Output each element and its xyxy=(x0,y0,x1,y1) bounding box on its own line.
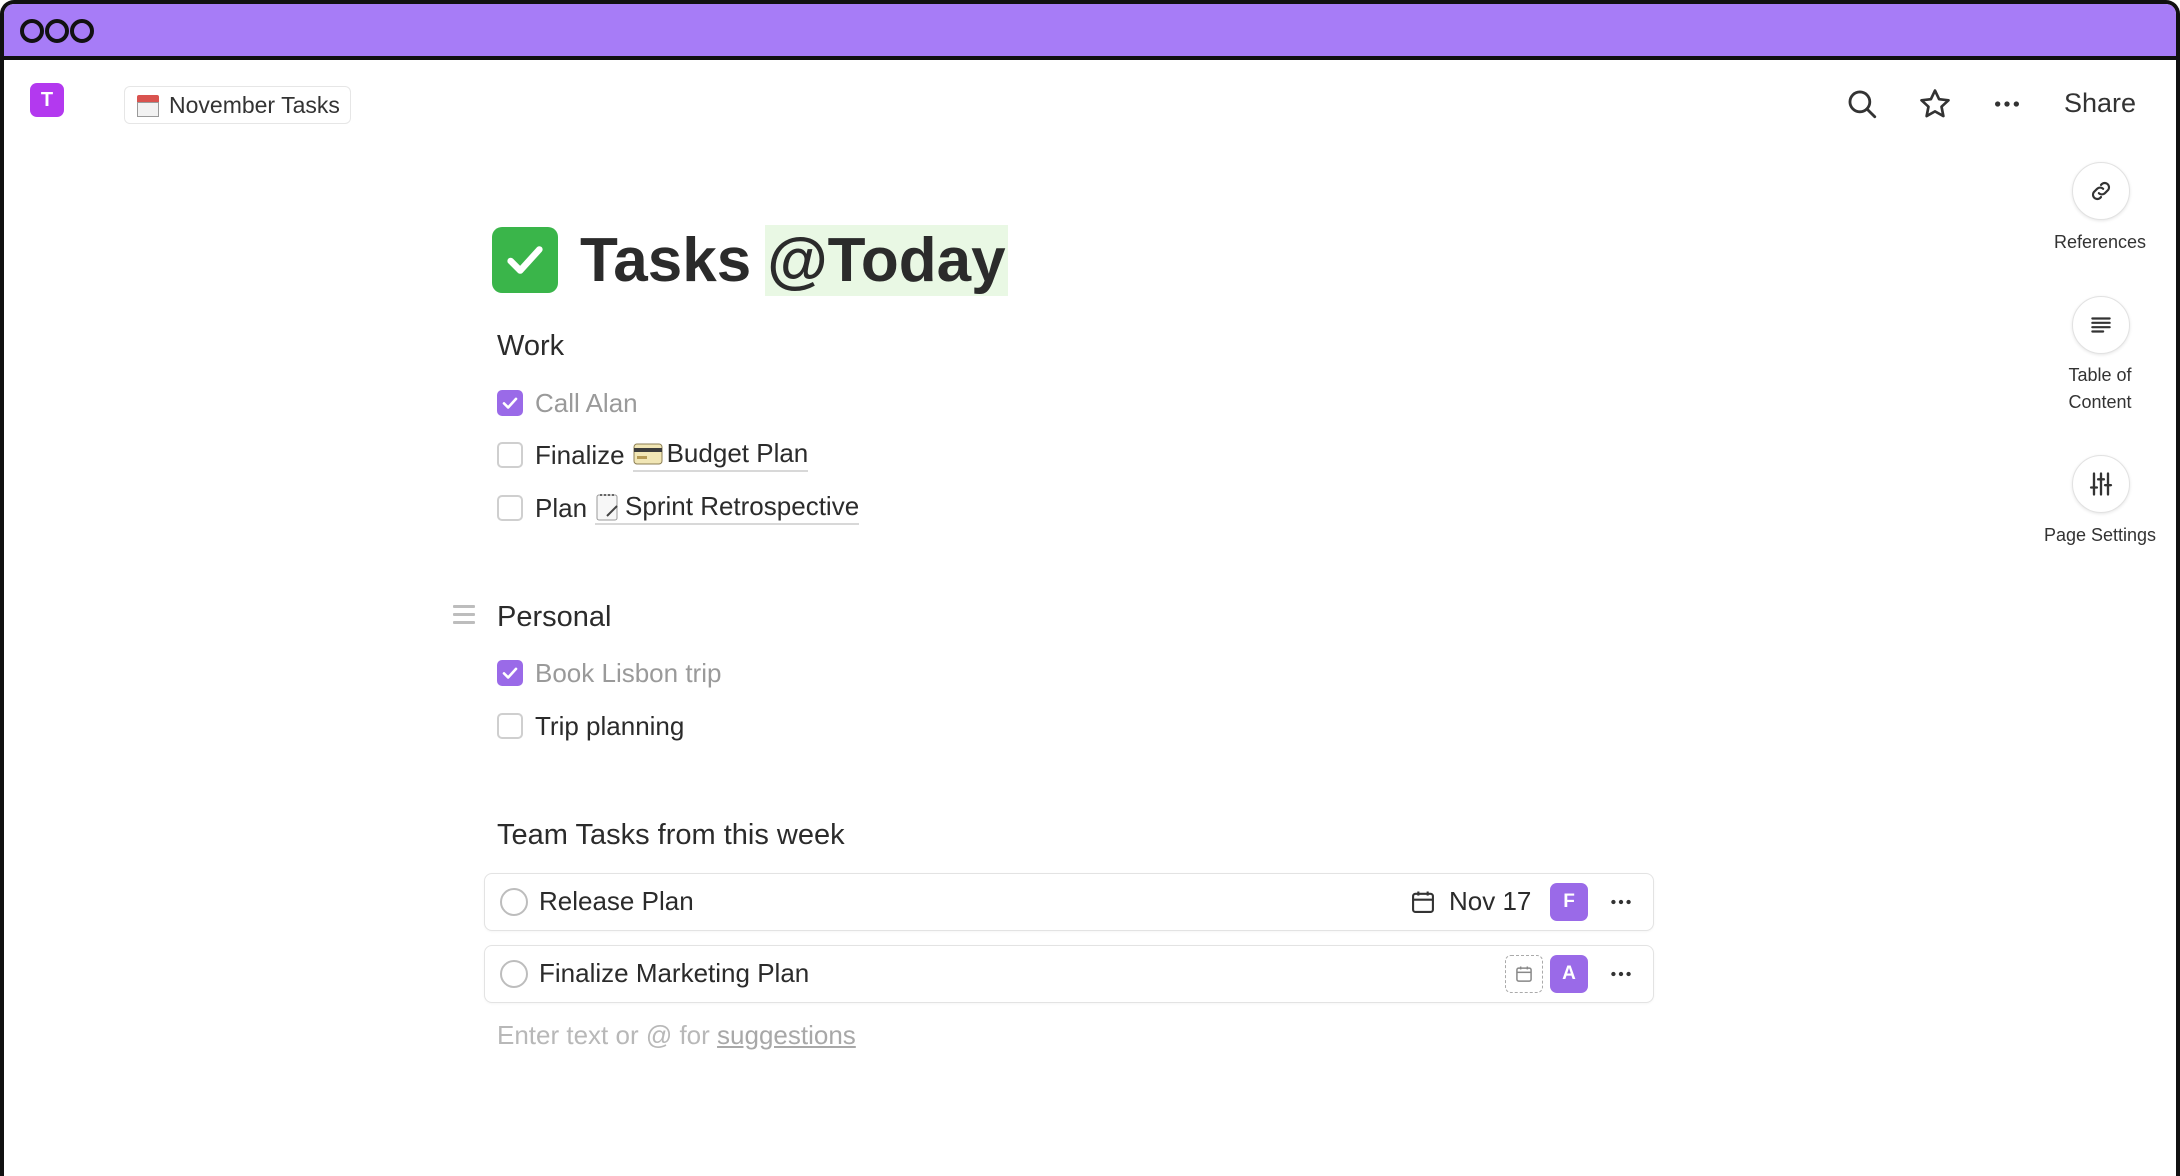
task-item: Trip planning xyxy=(497,708,684,744)
task-checkbox[interactable] xyxy=(497,442,523,468)
favorite-button[interactable] xyxy=(1915,84,1955,124)
calendar-icon xyxy=(135,93,161,117)
calendar-icon xyxy=(1516,966,1532,982)
calendar-icon xyxy=(1412,891,1434,913)
page-link-budget-plan[interactable]: Budget Plan xyxy=(632,438,809,472)
workspace-avatar[interactable]: T xyxy=(30,83,64,117)
placeholder-text: Enter text or @ for xyxy=(497,1020,710,1050)
page-settings-label: Page Settings xyxy=(2043,525,2157,545)
section-heading-work: Work xyxy=(497,330,565,362)
check-mark-emoji-icon xyxy=(492,227,558,293)
task-label: Finalize xyxy=(535,439,625,470)
more-horizontal-icon xyxy=(1611,971,1631,977)
editor-placeholder[interactable]: Enter text or @ for suggestions xyxy=(497,1020,856,1051)
share-button[interactable]: Share xyxy=(2064,88,2136,119)
check-icon xyxy=(502,667,518,679)
assignee-avatar[interactable]: A xyxy=(1550,955,1588,993)
section-heading-team-tasks: Team Tasks from this week xyxy=(497,819,845,851)
sliders-icon xyxy=(2089,472,2113,496)
more-horizontal-icon xyxy=(1611,899,1631,905)
row-more-button[interactable] xyxy=(1608,889,1634,920)
window-titlebar xyxy=(4,4,2176,60)
task-item: Finalize Budget Plan xyxy=(497,437,809,473)
window-close-button[interactable] xyxy=(20,19,44,43)
task-label: Trip planning xyxy=(535,710,685,741)
drag-handle-icon[interactable] xyxy=(453,605,475,629)
today-mention[interactable]: @Today xyxy=(765,224,1008,296)
references-label: References xyxy=(2053,232,2147,252)
page-link-label: Sprint Retrospective xyxy=(625,491,860,521)
set-date-button[interactable] xyxy=(1505,955,1543,993)
task-label: Plan xyxy=(535,492,588,523)
search-button[interactable] xyxy=(1842,84,1882,124)
task-item: Plan Sprint Retrospective xyxy=(497,490,860,526)
task-label: Call Alan xyxy=(535,387,638,418)
breadcrumb-label: November Tasks xyxy=(169,91,340,118)
check-icon xyxy=(502,397,518,409)
workspace-initial: T xyxy=(40,88,54,111)
task-checkbox[interactable] xyxy=(497,390,523,416)
task-complete-toggle[interactable] xyxy=(500,888,528,916)
table-of-content-button[interactable] xyxy=(2072,296,2130,354)
due-date[interactable]: Nov 17 xyxy=(1409,886,1531,917)
page-link-label: Budget Plan xyxy=(666,438,809,468)
breadcrumb[interactable]: November Tasks xyxy=(124,86,351,124)
task-label: Book Lisbon trip xyxy=(535,657,722,688)
suggestions-link[interactable]: suggestions xyxy=(717,1020,856,1050)
notepad-emoji-icon xyxy=(596,493,618,520)
section-heading-personal: Personal xyxy=(497,601,612,633)
team-task-row[interactable]: Release Plan Nov 17 F xyxy=(484,873,1654,931)
team-task-row[interactable]: Finalize Marketing Plan A xyxy=(484,945,1654,1003)
link-icon xyxy=(2091,181,2111,201)
app-window: T November Tasks Share References Table … xyxy=(0,0,2180,1176)
more-options-button[interactable] xyxy=(1987,84,2027,124)
task-checkbox[interactable] xyxy=(497,495,523,521)
task-checkbox[interactable] xyxy=(497,660,523,686)
page-settings-button[interactable] xyxy=(2072,455,2130,513)
row-more-button[interactable] xyxy=(1608,961,1634,992)
page-title-text: Tasks xyxy=(580,225,752,295)
window-maximize-button[interactable] xyxy=(70,19,94,43)
due-date-text: Nov 17 xyxy=(1449,886,1532,916)
credit-card-emoji-icon xyxy=(633,443,663,464)
references-button[interactable] xyxy=(2072,162,2130,220)
star-icon xyxy=(1920,89,1950,118)
search-icon xyxy=(1848,90,1877,119)
task-complete-toggle[interactable] xyxy=(500,960,528,988)
more-horizontal-icon xyxy=(1995,101,2019,107)
table-of-content-label: Table of Content xyxy=(2068,365,2132,412)
task-title: Release Plan xyxy=(539,886,694,916)
window-minimize-button[interactable] xyxy=(45,19,69,43)
task-title: Finalize Marketing Plan xyxy=(539,958,810,988)
align-left-icon xyxy=(2091,317,2111,333)
page-title[interactable]: Tasks @Today xyxy=(492,222,1008,298)
task-checkbox[interactable] xyxy=(497,713,523,739)
task-item: Book Lisbon trip xyxy=(497,655,721,691)
assignee-avatar[interactable]: F xyxy=(1550,883,1588,921)
task-item: Call Alan xyxy=(497,385,638,421)
page-link-sprint-retrospective[interactable]: Sprint Retrospective xyxy=(595,491,860,525)
